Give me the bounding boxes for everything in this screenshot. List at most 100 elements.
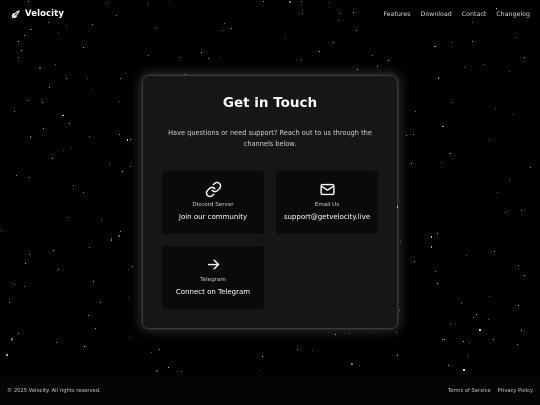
star: [488, 138, 491, 141]
star: [119, 77, 121, 79]
star: [415, 110, 417, 112]
star: [443, 339, 445, 340]
star: [83, 46, 85, 48]
star: [399, 310, 401, 312]
brand-logo[interactable]: Velocity: [10, 9, 64, 20]
star: [132, 266, 133, 268]
star: [87, 314, 90, 317]
star: [440, 161, 442, 163]
star: [442, 125, 444, 128]
star: [517, 264, 519, 266]
star: [130, 139, 132, 141]
star: [151, 352, 152, 354]
star: [8, 302, 10, 303]
link-icon: [204, 180, 222, 198]
star: [495, 107, 497, 109]
star: [430, 236, 433, 238]
star: [158, 348, 160, 350]
telegram-channel-label: Telegram: [200, 277, 226, 283]
star: [333, 42, 335, 44]
star: [351, 363, 353, 365]
star: [58, 31, 60, 33]
star: [376, 65, 379, 67]
star: [469, 341, 471, 343]
contact-subtitle: Have questions or need support? Reach ou…: [168, 129, 372, 148]
star: [49, 87, 51, 89]
star: [63, 150, 64, 152]
contact-card: Get in Touch Have questions or need supp…: [143, 76, 397, 328]
star: [0, 229, 2, 231]
star: [472, 41, 474, 43]
star: [475, 314, 477, 316]
star: [62, 114, 64, 117]
star: [497, 191, 499, 193]
star: [488, 319, 490, 321]
star: [436, 233, 438, 235]
privacy-policy-link[interactable]: Privacy Policy: [498, 388, 533, 394]
discord-channel-card[interactable]: Discord Server Join our community: [162, 171, 264, 234]
nav-links: Features Download Contact Changelog: [383, 11, 530, 18]
star: [23, 34, 25, 36]
star: [29, 254, 30, 256]
star: [39, 67, 41, 69]
nav-link-features[interactable]: Features: [383, 11, 410, 18]
star: [128, 297, 130, 298]
nav-link-contact[interactable]: Contact: [462, 11, 487, 18]
star: [472, 317, 474, 319]
star: [208, 57, 210, 59]
star: [86, 77, 88, 79]
arrow-right-icon: [204, 255, 222, 273]
star: [221, 29, 223, 31]
star: [348, 332, 350, 334]
star: [397, 355, 399, 357]
footer: © 2025 Velocity. All rights reserved. Te…: [0, 376, 540, 405]
star: [20, 49, 23, 52]
star: [121, 171, 123, 172]
copyright-text: © 2025 Velocity. All rights reserved.: [7, 387, 101, 394]
star: [514, 36, 516, 38]
star: [82, 191, 85, 194]
star: [126, 139, 129, 141]
star: [464, 67, 466, 68]
star: [413, 260, 415, 262]
nav-link-changelog[interactable]: Changelog: [496, 11, 530, 18]
star: [524, 56, 526, 58]
star: [148, 55, 150, 57]
telegram-channel-card[interactable]: Telegram Connect on Telegram: [162, 246, 264, 309]
star: [488, 296, 490, 298]
contact-title: Get in Touch: [222, 95, 318, 111]
star: [437, 77, 440, 79]
star: [52, 158, 53, 160]
star: [56, 342, 58, 343]
star: [70, 147, 72, 149]
star: [467, 355, 470, 358]
discord-channel-value: Join our community: [178, 213, 248, 221]
star: [396, 331, 398, 333]
star: [16, 174, 17, 176]
star: [156, 370, 158, 372]
star: [508, 71, 510, 73]
nav-link-download[interactable]: Download: [420, 11, 451, 18]
star: [17, 57, 19, 59]
star: [18, 332, 20, 334]
terms-of-service-link[interactable]: Terms of Service: [448, 388, 491, 394]
star: [92, 88, 94, 90]
star: [95, 328, 97, 330]
star: [405, 135, 407, 137]
star: [11, 338, 13, 340]
star: [370, 332, 372, 334]
star: [58, 269, 60, 271]
email-channel-card[interactable]: Email Us support@getvelocity.live: [276, 171, 378, 234]
star: [520, 329, 522, 331]
star: [218, 57, 220, 59]
star: [483, 64, 484, 66]
star: [130, 166, 132, 168]
star: [437, 283, 439, 284]
star: [504, 212, 506, 214]
star: [24, 262, 26, 264]
star: [413, 134, 415, 136]
star: [492, 338, 494, 340]
star: [357, 69, 359, 71]
star: [23, 285, 26, 288]
star: [128, 336, 130, 338]
